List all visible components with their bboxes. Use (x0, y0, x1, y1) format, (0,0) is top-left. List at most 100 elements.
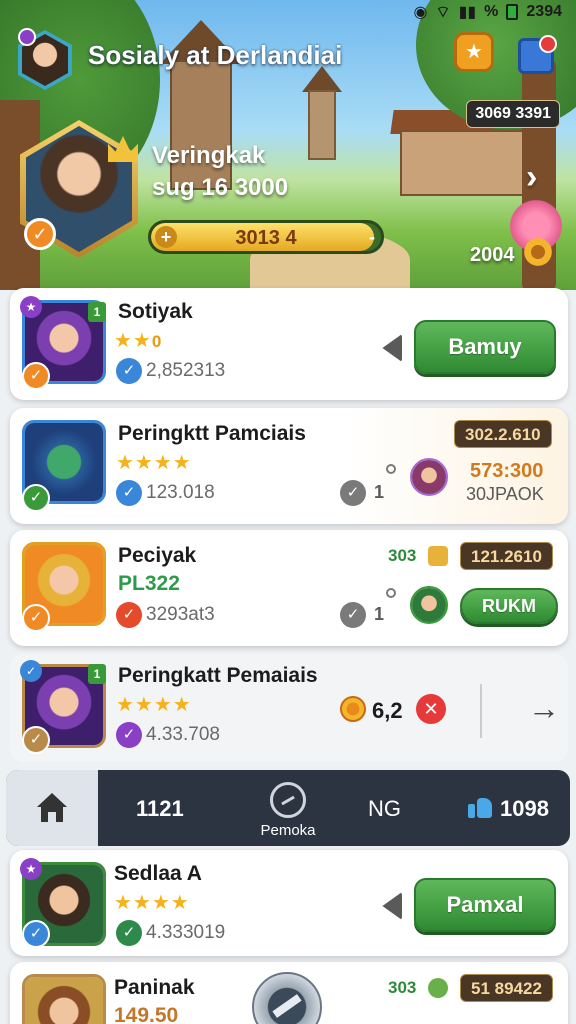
row-action-button[interactable]: RUKM (460, 588, 558, 624)
nav-value[interactable]: 1121 (136, 796, 184, 822)
star-rating: ★★★★ (116, 452, 192, 474)
player-score: 4.333019 (146, 922, 226, 943)
hero-banner: ◉ ⌔ ▮▮ % 2394 Sosialy at Derlandiai 3069… (0, 0, 576, 290)
opponent-avatar (410, 458, 448, 496)
game-title: Sosialy at Derlandiai (88, 40, 343, 70)
check-badge-icon: ✓ (22, 362, 50, 390)
arrow-right-icon[interactable]: → (528, 690, 560, 727)
status-bar: ◉ ⌔ ▮▮ % 2394 (414, 2, 562, 22)
match-sub-score: 30JPAOK (466, 484, 544, 504)
rank-tag: 51 89422 (460, 974, 553, 1002)
star-rating: ★★★★ (114, 892, 190, 914)
star-rating-extra: 0 (151, 332, 163, 351)
verified-check-icon: ✓ (116, 358, 142, 384)
player-name: Peringkatt Pemaiais (118, 664, 318, 687)
close-icon[interactable]: ✕ (416, 694, 446, 724)
xp-progress-bar: + 3013 4 - (148, 220, 384, 254)
star-badge-icon: ★ (20, 858, 42, 880)
player-name: Peringktt Pamciais (118, 422, 306, 445)
leaderboard-row[interactable]: ✓ 1 ✓ Peringkatt Pemaiais ★★★★ ✓ 4.33.70… (10, 654, 568, 762)
level-tag-icon: 1 (88, 664, 106, 684)
s-mark: 1 (374, 482, 385, 502)
signal-icon: ▮▮ (458, 4, 477, 21)
level-tag-icon: 1 (88, 302, 106, 322)
divider (480, 684, 482, 738)
bottom-nav-bar: 1121 Pemoka NG 1098 (6, 770, 570, 846)
player-score: 2,852313 (146, 360, 226, 381)
player-score: 123.018 (146, 482, 215, 503)
leaderboard-row[interactable]: ✓ Peringktt Pamciais ★★★★ ✓ 123.018 302.… (10, 408, 568, 524)
check-badge-icon: ✓ (22, 920, 50, 948)
top-score-badge: 3069 3391 (466, 100, 560, 128)
gold-leaf-icon (428, 978, 448, 998)
grey-check-icon: ✓ (340, 480, 366, 506)
player-date: sug 16 3000 (152, 174, 289, 201)
inbox-icon[interactable] (518, 35, 557, 74)
player-level: PL322 (118, 572, 180, 595)
thumbs-up-icon[interactable] (468, 794, 492, 818)
player-name: Veringkak (152, 142, 266, 169)
star-badge-icon: ✓ (20, 660, 42, 682)
player-avatar (22, 974, 106, 1024)
row-action-button[interactable]: Pamxal (414, 878, 556, 932)
settings-dot-icon: ◉ (413, 4, 428, 21)
gold-cube-icon (428, 546, 448, 566)
verified-check-icon: ✓ (116, 920, 142, 946)
player-name: Sedlaa A (114, 862, 202, 885)
reward-chest-icon[interactable] (454, 32, 494, 72)
player-name: Peciyak (118, 544, 197, 567)
compass-icon (270, 782, 306, 818)
village-house (400, 130, 530, 196)
grey-check-icon: ✓ (340, 602, 366, 628)
player-name: Sotiyak (118, 300, 193, 323)
leaderboard-row[interactable]: ★ 1 ✓ Sotiyak ★★0 ✓ 2,852313 Bamuy (10, 288, 568, 400)
leaderboard-row[interactable]: ✓ Peciyak PL322 ✓ 3293at3 303 121.2610 ✓… (10, 530, 568, 646)
chevron-left-icon[interactable] (382, 334, 402, 362)
star-rating: ★★★★ (116, 694, 192, 716)
signal-percent: % (484, 3, 499, 20)
match-score: 573:300 (470, 460, 544, 482)
profile-check-badge-icon: ✓ (24, 218, 56, 250)
home-icon (37, 793, 67, 823)
status-time: 2394 (526, 3, 562, 20)
check-badge-icon: ✓ (22, 604, 50, 632)
wifi-icon: ⌔ (435, 4, 451, 21)
check-badge-icon: ✓ (22, 726, 50, 754)
coin-value: 6,2 (372, 698, 403, 723)
hero-count: 2004 (470, 244, 515, 266)
star-rating: ★★0 (114, 330, 163, 352)
status-dot-icon (386, 464, 396, 474)
player-score: 149.50 (114, 1004, 179, 1024)
rank-tag: 121.2610 (460, 542, 553, 570)
home-button[interactable] (6, 770, 98, 846)
avatar-indicator-icon (18, 28, 36, 46)
verified-check-icon: ✓ (116, 480, 142, 506)
sunflower-icon (522, 236, 554, 268)
mini-badge: 303 (388, 978, 417, 997)
xp-value: 3013 4 (235, 227, 297, 249)
nav-center-tab[interactable]: Pemoka (256, 782, 320, 839)
verified-check-icon: ✓ (116, 602, 142, 628)
player-name: Paninak (114, 976, 195, 999)
star-badge-icon: ★ (20, 296, 42, 318)
nav-text[interactable]: NG (368, 796, 401, 822)
check-badge-icon: ✓ (22, 484, 50, 512)
row-action-button[interactable]: Bamuy (414, 320, 556, 374)
coin-icon (340, 696, 366, 722)
s-mark: 1 (374, 604, 385, 624)
opponent-avatar (410, 586, 448, 624)
verified-check-icon: ✓ (116, 722, 142, 748)
castle-tower-2 (308, 90, 336, 160)
chevron-left-icon[interactable] (382, 892, 402, 920)
likes-count: 1098 (500, 796, 549, 821)
status-dot-icon (386, 588, 396, 598)
player-score: 4.33.708 (146, 724, 220, 745)
leaderboard-row[interactable]: ★ ✓ Sedlaa A ★★★★ ✓ 4.333019 Pamxal (10, 850, 568, 956)
battery-icon (506, 4, 519, 20)
chevron-right-icon[interactable]: › (526, 160, 554, 194)
player-score: 3293at3 (146, 604, 215, 625)
xp-minus-icon[interactable]: - (369, 227, 375, 248)
mini-badge: 303 (388, 546, 417, 565)
castle-tower (170, 60, 232, 190)
rank-tag: 302.2.610 (454, 420, 552, 448)
